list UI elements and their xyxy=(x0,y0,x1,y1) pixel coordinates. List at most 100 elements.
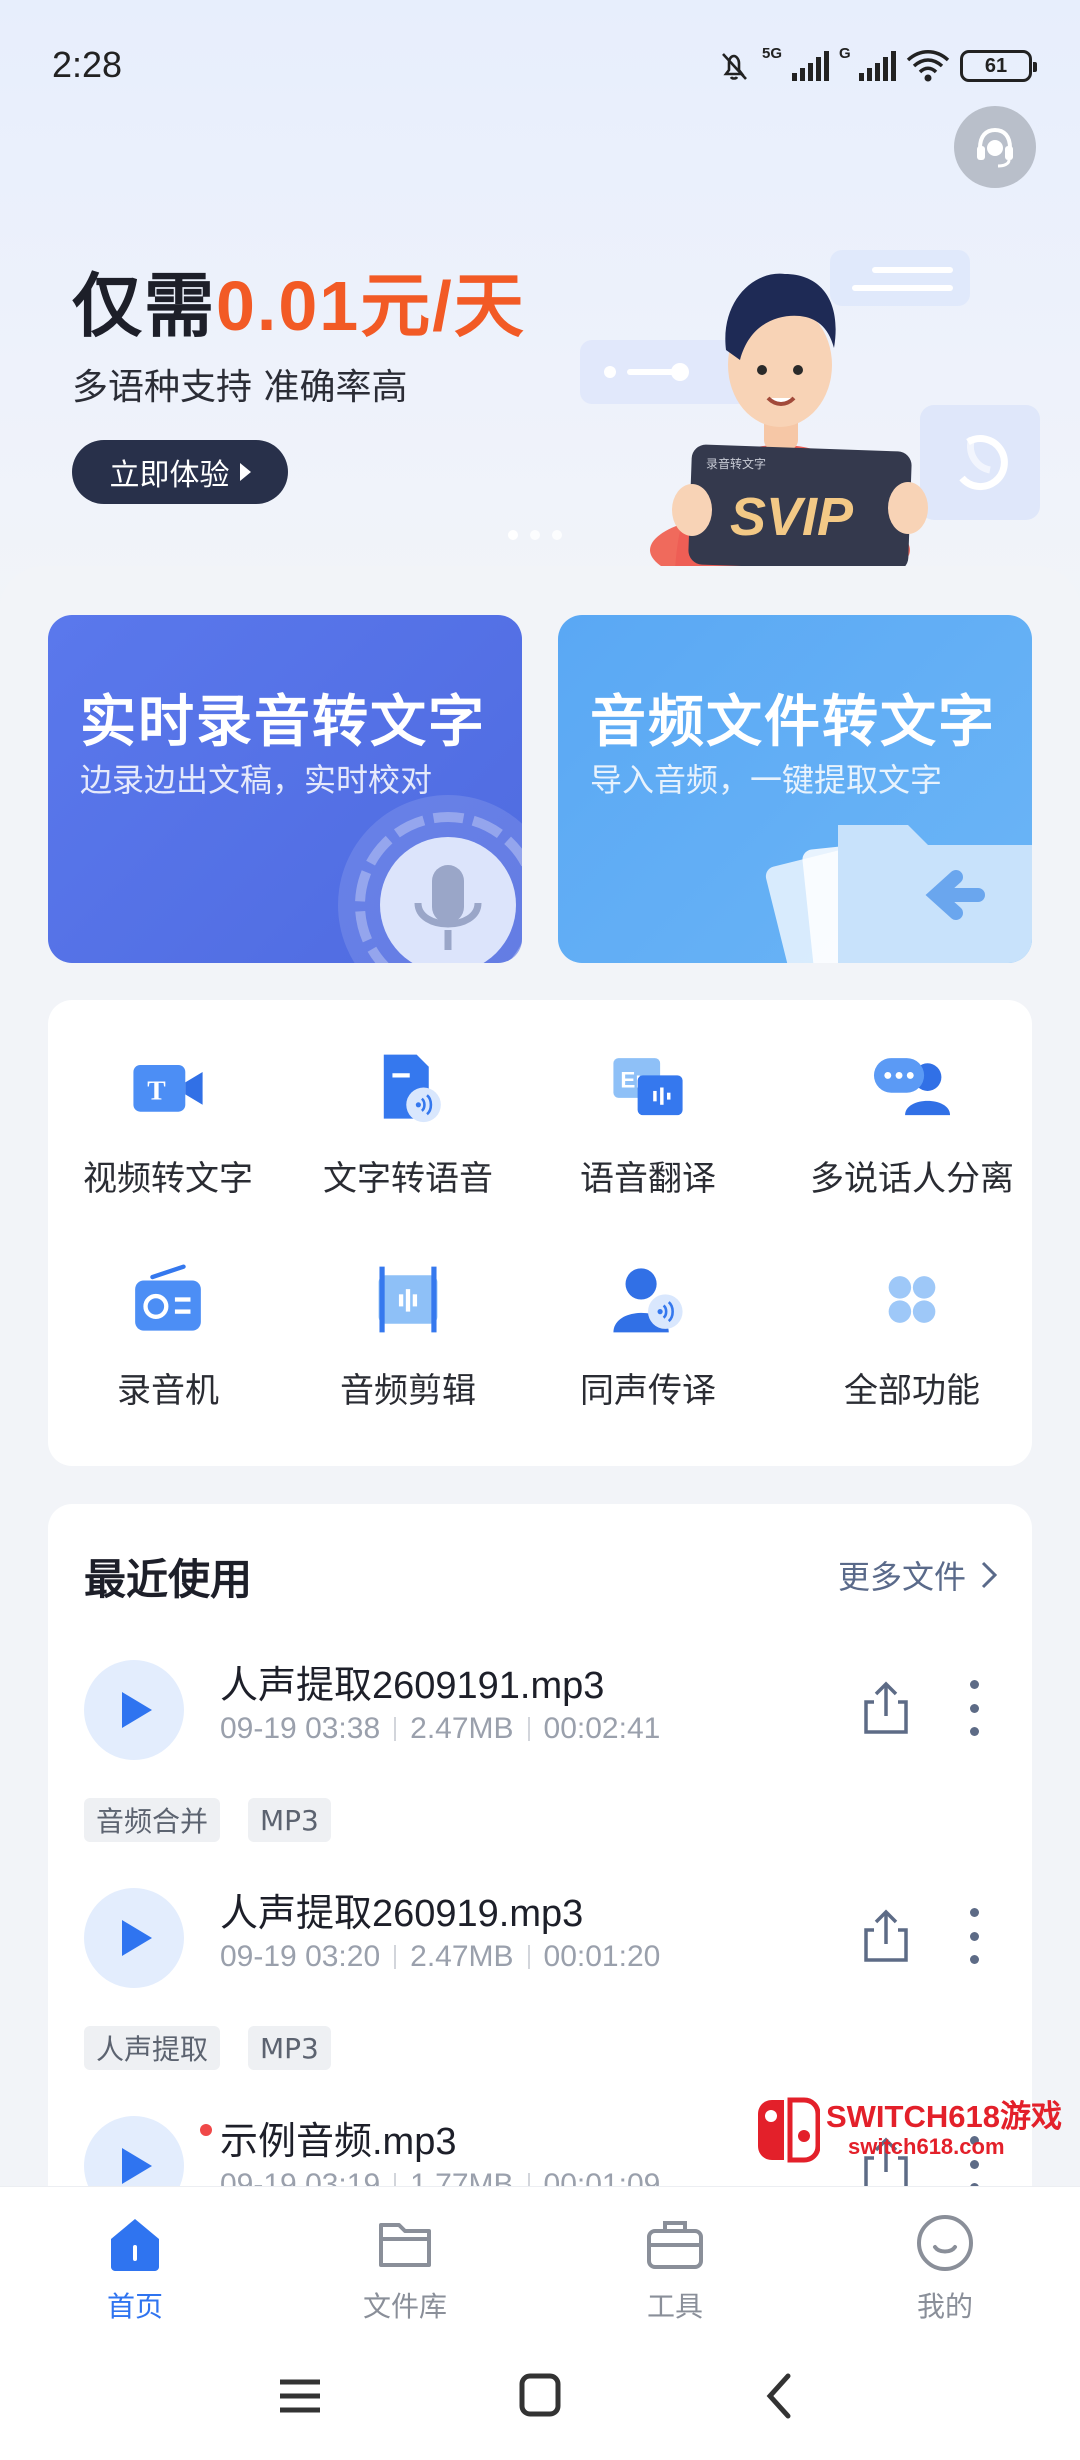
tool-voice-translate[interactable]: En 语音翻译 xyxy=(528,1000,768,1200)
signal-icon-2: G xyxy=(839,45,896,81)
nav-file-library[interactable]: 文件库 xyxy=(315,2211,495,2325)
battery-indicator: 61 xyxy=(960,50,1037,82)
file-tag: 音频合并 xyxy=(84,1798,221,1842)
nav-home[interactable]: 首页 xyxy=(45,2211,225,2325)
share-icon[interactable] xyxy=(856,1906,916,1966)
wifi-icon xyxy=(906,50,950,82)
status-bar: 2:28 5G G 61 xyxy=(0,0,1080,130)
tools-grid: T 视频转文字 文字转语音 En 语音翻译 多说话人分离 录音机 音频剪辑 同声… xyxy=(48,1000,1032,1466)
home-square-icon[interactable] xyxy=(510,2372,570,2420)
headset-icon xyxy=(977,127,1013,168)
more-files-label: 更多文件 xyxy=(837,1558,966,1596)
switch-logo-icon xyxy=(758,2097,820,2163)
pagination-dot xyxy=(552,530,562,540)
file-name: 示例音频.mp3 xyxy=(220,2121,457,2163)
tool-recorder[interactable]: 录音机 xyxy=(48,1212,288,1412)
file-tag: MP3 xyxy=(248,1798,331,1842)
tool-audio-edit[interactable]: 音频剪辑 xyxy=(288,1212,528,1412)
home-icon xyxy=(111,2219,159,2271)
back-icon[interactable] xyxy=(750,2372,810,2420)
file-tag: 人声提取 xyxy=(84,2026,221,2070)
banner-title: 仅需0.01元/天 xyxy=(72,250,526,351)
nav-label: 我的 xyxy=(916,2290,973,2323)
card-subtitle: 导入音频，一键提取文字 xyxy=(590,761,943,799)
svg-text:T: T xyxy=(147,1075,166,1106)
file-meta: 09-19 03:20 2.47MB 00:01:20 xyxy=(220,1940,660,1974)
share-icon[interactable] xyxy=(856,1678,916,1738)
tool-all-functions[interactable]: 全部功能 xyxy=(792,1212,1032,1412)
audio-file-card[interactable]: 音频文件转文字 导入音频，一键提取文字 xyxy=(558,615,1032,963)
file-name: 人声提取260919.mp3 xyxy=(220,1893,584,1935)
file-date: 09-19 03:20 xyxy=(220,1940,381,1973)
file-meta: 09-19 03:38 2.47MB 00:02:41 xyxy=(220,1712,660,1746)
card-title: 实时录音转文字 xyxy=(80,690,486,755)
tool-text-to-speech[interactable]: 文字转语音 xyxy=(288,1000,528,1200)
file-size: 2.47MB xyxy=(410,1940,514,1973)
banner-pagination xyxy=(508,530,562,540)
tool-label: 全部功能 xyxy=(844,1371,980,1411)
status-time: 2:28 xyxy=(52,44,123,85)
tool-label: 视频转文字 xyxy=(83,1159,253,1199)
nav-label: 首页 xyxy=(106,2290,163,2323)
text-speech-icon xyxy=(383,1054,441,1123)
microphone-icon xyxy=(338,795,522,963)
tool-label: 同声传译 xyxy=(580,1371,716,1411)
recorder-icon xyxy=(135,1264,201,1331)
chevron-right-icon xyxy=(981,1561,998,1589)
watermark-url: switch618.com xyxy=(848,2134,1005,2159)
play-button[interactable] xyxy=(84,1660,184,1760)
banner-price: 0.01元/天 xyxy=(216,267,526,345)
audio-edit-icon xyxy=(378,1266,438,1333)
tool-label: 音频剪辑 xyxy=(340,1371,476,1411)
file-item[interactable]: 人声提取260919.mp3 09-19 03:20 2.47MB 00:01:… xyxy=(48,1888,1032,2116)
interpret-icon xyxy=(613,1268,683,1333)
toolbox-icon xyxy=(647,2221,703,2269)
tool-label: 文字转语音 xyxy=(323,1159,493,1199)
play-icon xyxy=(122,2148,152,2184)
menu-icon[interactable] xyxy=(270,2372,330,2420)
file-item[interactable]: 人声提取2609191.mp3 09-19 03:38 2.47MB 00:02… xyxy=(48,1660,1032,1888)
more-options-icon[interactable] xyxy=(968,1908,980,1964)
video-text-icon: T xyxy=(133,1065,203,1112)
watermark-title: SWITCH618游戏 xyxy=(826,2099,1062,2134)
tool-video-to-text[interactable]: T 视频转文字 xyxy=(48,1000,288,1200)
pagination-dot xyxy=(508,530,518,540)
profile-icon xyxy=(917,2215,973,2271)
nav-tools[interactable]: 工具 xyxy=(585,2211,765,2325)
all-functions-icon xyxy=(888,1276,936,1323)
file-tag: MP3 xyxy=(248,2026,331,2070)
tool-label: 录音机 xyxy=(117,1371,219,1411)
speakers-icon xyxy=(873,1058,951,1116)
folder-icon xyxy=(379,2223,431,2267)
system-navigation-bar xyxy=(0,2332,1080,2460)
play-icon xyxy=(122,1692,152,1728)
file-duration: 00:01:20 xyxy=(543,1940,661,1973)
banner-title-prefix: 仅需 xyxy=(72,267,216,345)
recent-title: 最近使用 xyxy=(84,1555,253,1604)
tool-label: 多说话人分离 xyxy=(810,1159,1014,1199)
watermark: SWITCH618游戏 switch618.com xyxy=(756,2090,1066,2170)
svip-badge: SVIP xyxy=(730,487,854,547)
tool-simultaneous-interpretation[interactable]: 同声传译 xyxy=(528,1212,768,1412)
try-now-button[interactable]: 立即体验 xyxy=(72,440,288,504)
nav-profile[interactable]: 我的 xyxy=(855,2211,1035,2325)
customer-service-button[interactable] xyxy=(954,106,1036,188)
file-duration: 00:02:41 xyxy=(543,1712,661,1745)
banner-illustration: 录音转文字 SVIP xyxy=(580,250,1040,570)
more-files-link[interactable]: 更多文件 xyxy=(838,1552,998,1598)
illus-card-text: 录音转文字 xyxy=(706,456,766,471)
translate-icon: En xyxy=(613,1058,683,1116)
arrow-right-icon xyxy=(239,463,251,481)
status-icons: 5G G 61 xyxy=(716,44,1037,88)
realtime-record-card[interactable]: 实时录音转文字 边录边出文稿，实时校对 xyxy=(48,615,522,963)
pagination-dot xyxy=(530,530,540,540)
file-name: 人声提取2609191.mp3 xyxy=(220,1665,605,1707)
tool-speaker-separation[interactable]: 多说话人分离 xyxy=(792,1000,1032,1200)
try-now-label: 立即体验 xyxy=(109,458,230,493)
more-options-icon[interactable] xyxy=(968,1680,980,1736)
new-indicator xyxy=(200,2124,212,2136)
nav-label: 工具 xyxy=(646,2290,703,2323)
nav-label: 文件库 xyxy=(362,2290,447,2323)
play-icon xyxy=(122,1920,152,1956)
play-button[interactable] xyxy=(84,1888,184,1988)
